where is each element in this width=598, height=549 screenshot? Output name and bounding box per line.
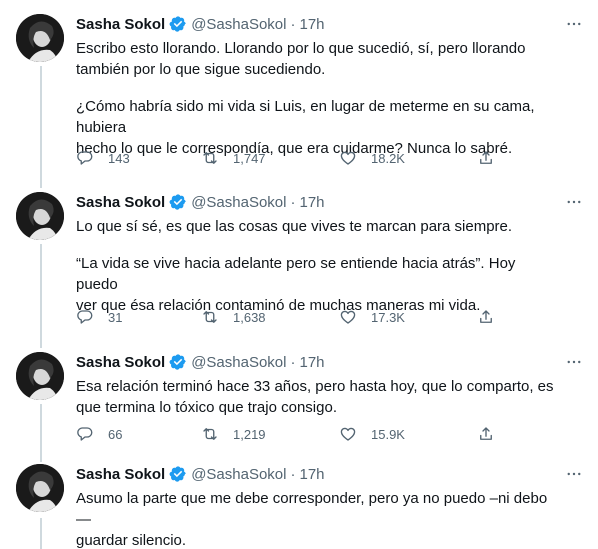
author-name[interactable]: Sasha Sokol	[76, 354, 165, 371]
separator-dot: ·	[290, 465, 296, 483]
like-count: 18.2K	[371, 150, 405, 166]
avatar[interactable]	[16, 464, 64, 512]
avatar[interactable]	[16, 14, 64, 62]
share-icon	[480, 151, 492, 164]
tweet-header: Sasha Sokol @SashaSokol · 17h	[76, 352, 325, 372]
tweet-paragraph: Asumo la parte que me debe corresponder,…	[76, 490, 548, 549]
tweet-text: Esa relación terminó hace 33 años, pero …	[76, 376, 556, 418]
separator-dot: ·	[290, 193, 296, 211]
retweet-button[interactable]: 1,219	[201, 425, 339, 443]
retweet-icon	[203, 428, 217, 440]
separator-dot: ·	[290, 353, 296, 371]
like-count: 15.9K	[371, 426, 405, 442]
heart-icon	[340, 151, 356, 165]
heart-icon	[340, 310, 356, 324]
author-handle[interactable]: @SashaSokol	[191, 466, 286, 483]
author-handle[interactable]: @SashaSokol	[191, 354, 286, 371]
retweet-count: 1,219	[233, 426, 266, 442]
tweet-text: Escribo esto llorando. Llorando por lo q…	[76, 38, 556, 159]
timestamp[interactable]: 17h	[299, 354, 324, 371]
reply-icon	[77, 427, 93, 441]
author-handle[interactable]: @SashaSokol	[191, 194, 286, 211]
tweet[interactable]: Sasha Sokol @SashaSokol · 17h Escribo es…	[0, 0, 598, 188]
verified-badge-icon	[169, 465, 187, 483]
author-handle[interactable]: @SashaSokol	[191, 16, 286, 33]
author-name[interactable]: Sasha Sokol	[76, 16, 165, 33]
author-name[interactable]: Sasha Sokol	[76, 466, 165, 483]
verified-badge-icon	[169, 193, 187, 211]
share-button[interactable]	[477, 425, 507, 443]
reply-button[interactable]: 143	[76, 149, 201, 167]
like-button[interactable]: 18.2K	[339, 149, 477, 167]
tweet-actions: 66 1,219 15.9K	[76, 423, 516, 445]
retweet-count: 1,747	[233, 150, 266, 166]
tweet-paragraph: Escribo esto llorando. Llorando por lo q…	[76, 40, 526, 78]
author-name[interactable]: Sasha Sokol	[76, 194, 165, 211]
reply-icon	[77, 310, 93, 324]
more-options-icon[interactable]	[564, 464, 584, 484]
retweet-icon	[203, 311, 217, 323]
timestamp[interactable]: 17h	[299, 16, 324, 33]
tweet-header: Sasha Sokol @SashaSokol · 17h	[76, 464, 325, 484]
tweet[interactable]: Sasha Sokol @SashaSokol · 17h Lo que sí …	[0, 190, 598, 348]
share-icon	[480, 310, 492, 323]
tweet-paragraph: Esa relación terminó hace 33 años, pero …	[76, 378, 554, 416]
tweet-text: Lo que sí sé, es que las cosas que vives…	[76, 216, 556, 316]
timestamp[interactable]: 17h	[299, 194, 324, 211]
like-button[interactable]: 17.3K	[339, 308, 477, 326]
avatar[interactable]	[16, 352, 64, 400]
retweet-button[interactable]: 1,747	[201, 149, 339, 167]
more-options-icon[interactable]	[564, 352, 584, 372]
verified-badge-icon	[169, 15, 187, 33]
like-button[interactable]: 15.9K	[339, 425, 477, 443]
share-button[interactable]	[477, 308, 507, 326]
more-options-icon[interactable]	[564, 14, 584, 34]
retweet-icon	[203, 152, 217, 164]
timestamp[interactable]: 17h	[299, 466, 324, 483]
tweet[interactable]: Sasha Sokol @SashaSokol · 17h Asumo la p…	[0, 462, 598, 549]
reply-button[interactable]: 31	[76, 308, 201, 326]
retweet-count: 1,638	[233, 309, 266, 325]
tweet-text: Asumo la parte que me debe corresponder,…	[76, 488, 556, 549]
tweet[interactable]: Sasha Sokol @SashaSokol · 17h Esa relaci…	[0, 350, 598, 460]
retweet-button[interactable]: 1,638	[201, 308, 339, 326]
verified-badge-icon	[169, 353, 187, 371]
tweet-actions: 143 1,747 18.2K	[76, 147, 516, 169]
reply-count: 143	[108, 150, 130, 166]
tweet-paragraph: Lo que sí sé, es que las cosas que vives…	[76, 218, 513, 235]
tweet-header: Sasha Sokol @SashaSokol · 17h	[76, 14, 325, 34]
like-count: 17.3K	[371, 309, 405, 325]
reply-icon	[77, 151, 93, 165]
heart-icon	[340, 427, 356, 441]
reply-count: 31	[108, 309, 123, 325]
tweet-header: Sasha Sokol @SashaSokol · 17h	[76, 192, 325, 212]
share-button[interactable]	[477, 149, 507, 167]
reply-count: 66	[108, 426, 123, 442]
reply-button[interactable]: 66	[76, 425, 201, 443]
share-icon	[480, 427, 492, 440]
separator-dot: ·	[290, 15, 296, 33]
more-options-icon[interactable]	[564, 192, 584, 212]
tweet-actions: 31 1,638 17.3K	[76, 306, 516, 328]
avatar[interactable]	[16, 192, 64, 240]
